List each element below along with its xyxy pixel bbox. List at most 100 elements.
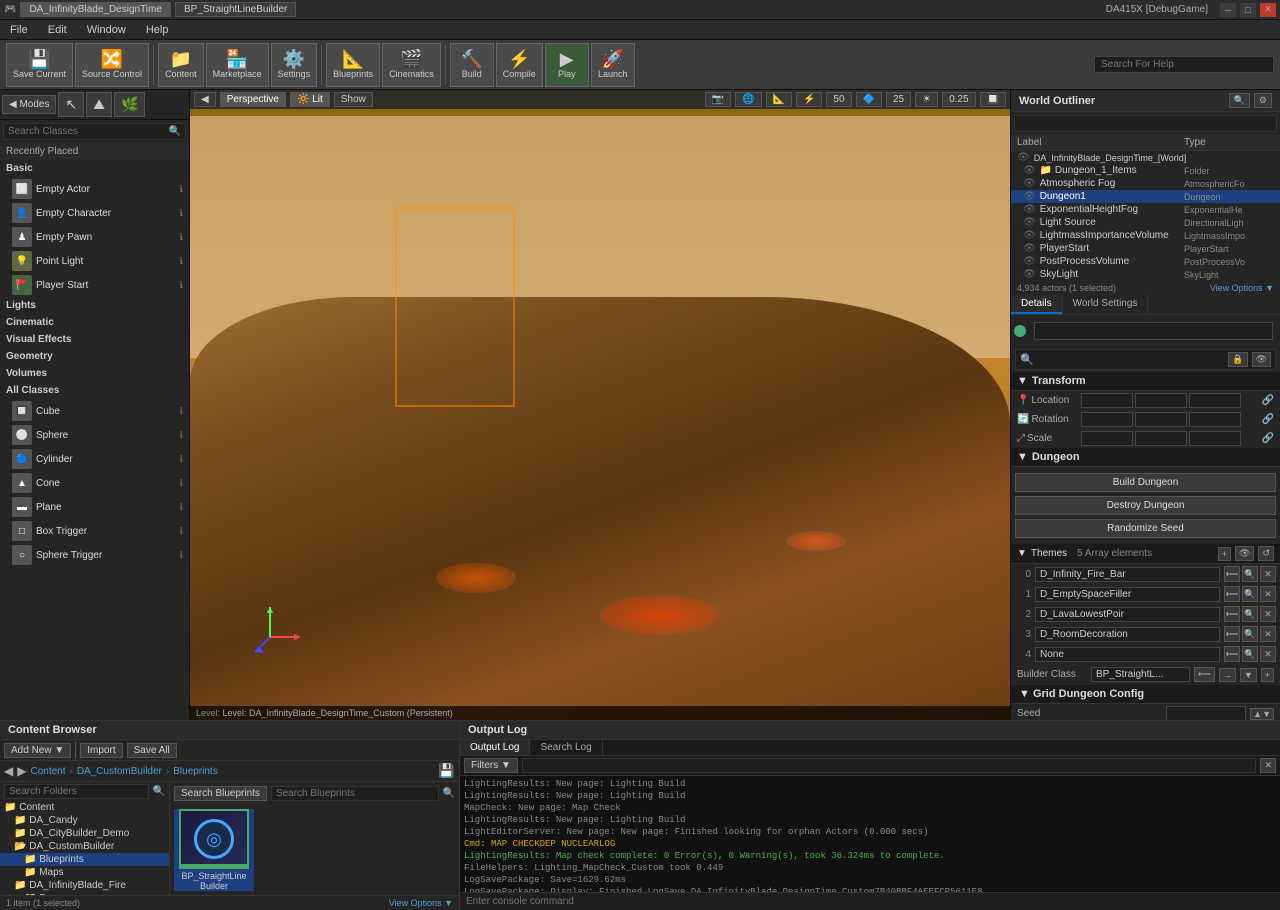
viewport-lit[interactable]: 🔆 Lit <box>290 92 330 107</box>
console-input[interactable] <box>460 892 1280 910</box>
seed-input[interactable]: 10806 <box>1166 706 1246 720</box>
actor-item-empty-actor[interactable]: ⬜ Empty Actor ℹ <box>0 177 189 201</box>
viewport-canvas[interactable] <box>190 116 1010 720</box>
themes-reset-icon[interactable]: ↺ <box>1258 546 1274 561</box>
actor-item-box-trigger[interactable]: □ Box Trigger ℹ <box>0 519 189 543</box>
themes-add-icon[interactable]: + <box>1218 547 1231 561</box>
tree-item-custom-builder[interactable]: 📂 DA_CustomBuilder <box>0 840 169 853</box>
details-eye-icon[interactable]: 👁 <box>1252 352 1271 367</box>
cinematic-section-label[interactable]: Cinematic <box>0 314 189 331</box>
build-dungeon-button[interactable]: Build Dungeon <box>1015 473 1276 492</box>
outliner-item-light-source[interactable]: 👁 Light Source DirectionalLigh <box>1011 216 1280 229</box>
details-name-input[interactable]: Dungeon1 <box>1034 322 1273 340</box>
details-tab-details[interactable]: Details <box>1011 295 1063 314</box>
save-current-button[interactable]: 💾 Save Current <box>6 43 73 87</box>
theme-search-btn-2[interactable]: 🔍 <box>1242 606 1258 622</box>
theme-clear-btn-0[interactable]: ✕ <box>1260 566 1276 582</box>
viewport[interactable]: ◀ Perspective 🔆 Lit Show 📷 🌐 📐 ⚡ 50 🔷 25… <box>190 90 1010 720</box>
theme-use-btn-0[interactable]: ⟵ <box>1224 566 1240 582</box>
output-tab-log[interactable]: Output Log <box>460 740 530 755</box>
theme-clear-btn-2[interactable]: ✕ <box>1260 606 1276 622</box>
outliner-item-exp-fog[interactable]: 👁 ExponentialHeightFog ExponentialHe <box>1011 203 1280 216</box>
files-filter-btn[interactable]: Search Blueprints <box>174 786 267 801</box>
builder-class-browse-btn[interactable]: ⟵ <box>1194 667 1215 682</box>
tree-item-candy[interactable]: 📁 DA_Candy <box>0 814 169 827</box>
builder-class-arrow-btn[interactable]: → <box>1219 668 1236 682</box>
scale-y-input[interactable]: 1.0 <box>1135 431 1187 446</box>
outliner-item-atmo-fog[interactable]: 👁 Atmospheric Fog AtmosphericFo <box>1011 177 1280 190</box>
rotation-lock-icon[interactable]: 🔗 <box>1262 414 1274 425</box>
output-filter-btn[interactable]: Filters ▼ <box>464 758 518 773</box>
actor-item-cone[interactable]: ▲ Cone ℹ <box>0 471 189 495</box>
maximize-button[interactable]: □ <box>1240 3 1256 17</box>
theme-search-btn-1[interactable]: 🔍 <box>1242 586 1258 602</box>
viewport-show[interactable]: Show <box>334 92 373 107</box>
location-x-input[interactable]: 0.0 cm <box>1081 393 1133 408</box>
actor-item-plane[interactable]: ▬ Plane ℹ <box>0 495 189 519</box>
outliner-item-player-start[interactable]: 👁 PlayerStart PlayerStart <box>1011 242 1280 255</box>
tree-item-city-builder[interactable]: 📁 DA_CityBuilder_Demo <box>0 827 169 840</box>
nav-back-btn[interactable]: ◀ <box>4 764 13 778</box>
rotation-z-input[interactable]: 0.0° <box>1189 412 1241 427</box>
outliner-item-post-process[interactable]: 👁 PostProcessVolume PostProcessVo <box>1011 255 1280 268</box>
theme-clear-btn-1[interactable]: ✕ <box>1260 586 1276 602</box>
settings-button[interactable]: ⚙️ Settings <box>271 43 318 87</box>
viewport-stat1[interactable]: 50 <box>826 92 851 107</box>
outliner-item-dungeon1[interactable]: 👁 Dungeon1 Dungeon <box>1011 190 1280 203</box>
minimize-button[interactable]: ─ <box>1220 3 1236 17</box>
randomize-seed-button[interactable]: Randomize Seed <box>1015 519 1276 538</box>
actor-item-player-start[interactable]: 🚩 Player Start ℹ <box>0 273 189 297</box>
volumes-section-label[interactable]: Volumes <box>0 365 189 382</box>
details-lock-icon[interactable]: 🔒 <box>1228 352 1247 367</box>
viewport-icon3[interactable]: 🔲 <box>980 92 1006 107</box>
all-classes-section-label[interactable]: All Classes <box>0 382 189 399</box>
theme-search-btn-4[interactable]: 🔍 <box>1242 646 1258 662</box>
basic-section-label[interactable]: Basic <box>0 160 189 177</box>
scale-x-input[interactable]: 1.0 <box>1081 431 1133 446</box>
save-all-button[interactable]: Save All <box>127 743 177 758</box>
themes-section-header[interactable]: ▼ Themes 5 Array elements + 👁 ↺ <box>1011 544 1280 564</box>
theme-use-btn-4[interactable]: ⟵ <box>1224 646 1240 662</box>
cinematics-button[interactable]: 🎬 Cinematics <box>382 43 441 87</box>
blueprints-button[interactable]: 📐 Blueprints <box>326 43 380 87</box>
location-z-input[interactable]: 0.0 cm <box>1189 393 1241 408</box>
viewport-icon2[interactable]: ☀ <box>915 92 938 107</box>
transform-section-header[interactable]: ▼ Transform <box>1011 372 1280 391</box>
viewport-toggle1[interactable]: 📷 <box>705 92 731 107</box>
details-search-input[interactable] <box>1038 354 1225 365</box>
tree-search-input[interactable] <box>4 784 149 799</box>
viewport-stat3[interactable]: 0.25 <box>942 92 975 107</box>
menu-file[interactable]: File <box>4 23 34 37</box>
tree-item-maps[interactable]: 📁 Maps <box>0 866 169 879</box>
theme-clear-btn-3[interactable]: ✕ <box>1260 626 1276 642</box>
nav-forward-btn[interactable]: ▶ <box>17 764 26 778</box>
theme-search-btn-3[interactable]: 🔍 <box>1242 626 1258 642</box>
rotation-x-input[interactable]: 0.0° <box>1081 412 1133 427</box>
menu-edit[interactable]: Edit <box>42 23 73 37</box>
actor-item-sphere[interactable]: ⚪ Sphere ℹ <box>0 423 189 447</box>
theme-search-btn-0[interactable]: 🔍 <box>1242 566 1258 582</box>
theme-use-btn-1[interactable]: ⟵ <box>1224 586 1240 602</box>
theme-use-btn-3[interactable]: ⟵ <box>1224 626 1240 642</box>
details-tab-world-settings[interactable]: World Settings <box>1063 295 1149 314</box>
outliner-search-input[interactable] <box>1019 118 1272 129</box>
modes-button[interactable]: ◀ Modes <box>2 95 56 114</box>
files-search-input[interactable] <box>271 786 439 801</box>
themes-eye-icon[interactable]: 👁 <box>1235 546 1254 561</box>
breadcrumb-content[interactable]: Content <box>30 766 65 777</box>
outliner-item-sky-light[interactable]: 👁 SkyLight SkyLight <box>1011 268 1280 281</box>
scale-lock-icon[interactable]: 🔗 <box>1262 433 1274 444</box>
output-search-input[interactable] <box>522 758 1257 773</box>
content-button[interactable]: 📁 Content <box>158 43 204 87</box>
location-lock-icon[interactable]: 🔗 <box>1262 395 1274 406</box>
rotation-y-input[interactable]: 0.0° <box>1135 412 1187 427</box>
actor-item-cube[interactable]: 🔲 Cube ℹ <box>0 399 189 423</box>
geometry-section-label[interactable]: Geometry <box>0 348 189 365</box>
landscape-mode-button[interactable]: ⛰ <box>86 92 112 117</box>
actor-item-sphere-trigger[interactable]: ○ Sphere Trigger ℹ <box>0 543 189 567</box>
tab-bp-straightline[interactable]: BP_StraightLineBuilder <box>175 2 296 17</box>
outliner-settings-icon[interactable]: ⚙ <box>1254 93 1272 108</box>
play-button[interactable]: ▶ Play <box>545 43 589 87</box>
viewport-toggle4[interactable]: ⚡ <box>796 92 822 107</box>
cb-view-options[interactable]: View Options ▼ <box>389 898 453 908</box>
